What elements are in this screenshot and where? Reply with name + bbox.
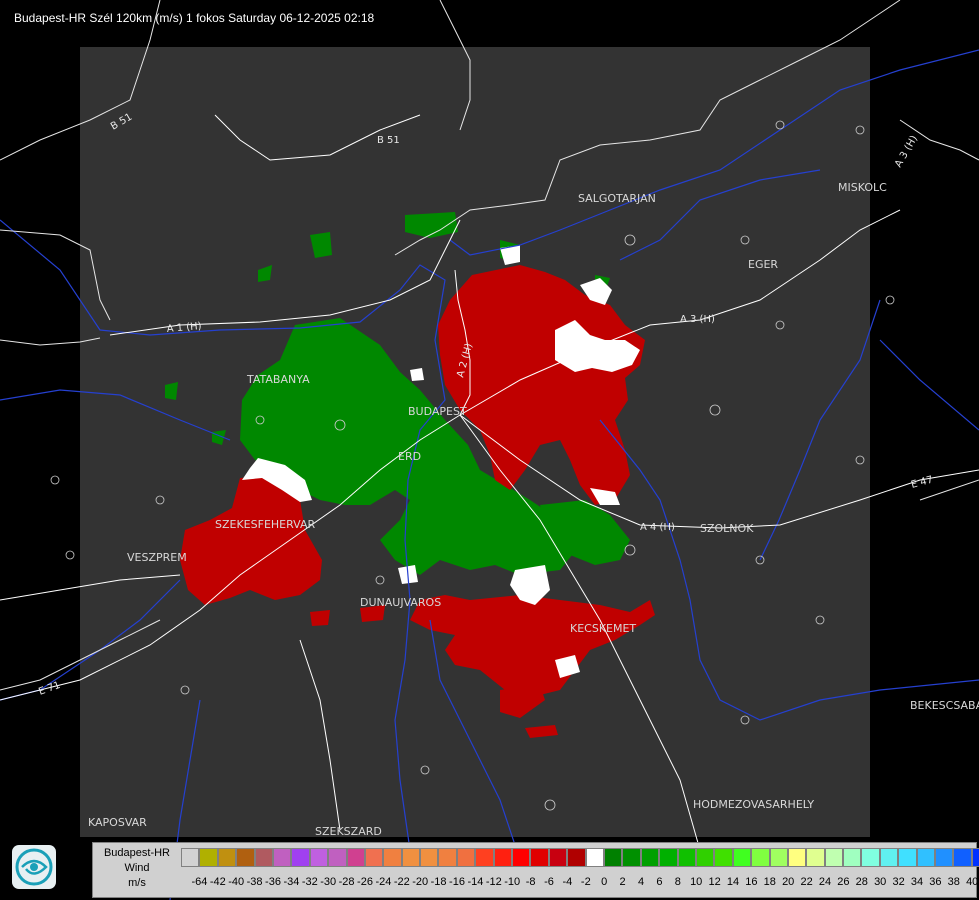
legend-swatch (879, 848, 899, 867)
city-label: MISKOLC (838, 181, 887, 194)
logo-icon (12, 845, 56, 889)
legend-swatch (824, 848, 844, 867)
legend-swatch (548, 848, 568, 867)
legend-swatch (861, 848, 880, 867)
legend-title-line: Wind (124, 862, 150, 874)
legend-title-line: m/s (128, 877, 146, 889)
legend-swatch (420, 848, 439, 867)
legend-swatch (971, 848, 979, 867)
legend-swatch (236, 848, 255, 867)
legend-swatch (603, 848, 623, 867)
city-label: HODMEZOVASARHELY (693, 798, 814, 811)
legend-swatch (769, 848, 788, 867)
legend-swatch (585, 848, 604, 867)
legend-swatch (181, 848, 200, 867)
legend-swatch (751, 848, 770, 867)
legend-swatch (217, 848, 237, 867)
map-title: Budapest-HR Szél 120km (m/s) 1 fokos Sat… (14, 11, 375, 25)
legend-swatch (475, 848, 494, 867)
city-label: SZOLNOK (700, 522, 754, 535)
legend-swatch (953, 848, 972, 867)
legend-swatch (512, 848, 531, 867)
legend-title-line: Budapest-HR (103, 847, 171, 859)
road-label: B 51 (377, 135, 400, 146)
legend-swatch (677, 848, 696, 867)
legend-swatch (291, 848, 310, 867)
city-label: SZEKSZARD (315, 825, 382, 838)
city-label: VESZPREM (127, 551, 187, 564)
legend-swatch (309, 848, 329, 867)
legend-tick: 40 (966, 876, 979, 888)
legend-swatch (714, 848, 733, 867)
legend-swatch (364, 848, 384, 867)
legend-swatch (493, 848, 513, 867)
legend-swatch (401, 848, 421, 867)
city-label: ERD (398, 450, 421, 463)
legend-swatch (328, 848, 347, 867)
road-label: A 4 (H) (640, 522, 675, 533)
legend-swatch (622, 848, 641, 867)
legend-swatch (695, 848, 715, 867)
city-label: KAPOSVAR (88, 816, 147, 829)
legend-swatch (254, 848, 273, 867)
city-label: KECSKEMET (570, 622, 636, 635)
radar-map: SALGOTARJAN EGER MISKOLC TATABANYA BUDAP… (0, 0, 979, 900)
legend-swatch (383, 848, 402, 867)
legend-swatch (438, 848, 457, 867)
legend-swatch (567, 848, 586, 867)
radar-coverage-area (80, 47, 870, 837)
legend-swatch (916, 848, 936, 867)
city-label: BEKESCSABA (910, 699, 979, 712)
city-label: TATABANYA (246, 373, 310, 386)
legend-swatch (272, 848, 292, 867)
legend-title: Budapest-HR Wind m/s (93, 846, 181, 891)
legend-swatch (456, 848, 476, 867)
legend-swatch (806, 848, 825, 867)
road-label: A 3 (H) (680, 314, 715, 325)
legend-swatch (935, 848, 954, 867)
legend-swatch (199, 848, 218, 867)
legend-swatch (898, 848, 917, 867)
legend-swatch (787, 848, 807, 867)
city-label: SALGOTARJAN (578, 192, 656, 205)
legend-swatch (640, 848, 660, 867)
city-label: SZEKESFEHERVAR (215, 518, 316, 531)
legend-swatch (659, 848, 678, 867)
city-label: DUNAUJVAROS (360, 596, 441, 609)
legend-swatch (732, 848, 752, 867)
color-legend: Budapest-HR Wind m/s -64 -42 -40 -38 -36 -34-… (92, 842, 979, 898)
legend-swatch (346, 848, 365, 867)
city-label: BUDAPEST (408, 405, 467, 418)
legend-swatch (843, 848, 862, 867)
city-label: EGER (748, 258, 778, 271)
legend-swatches (181, 848, 979, 869)
legend-swatch (530, 848, 549, 867)
